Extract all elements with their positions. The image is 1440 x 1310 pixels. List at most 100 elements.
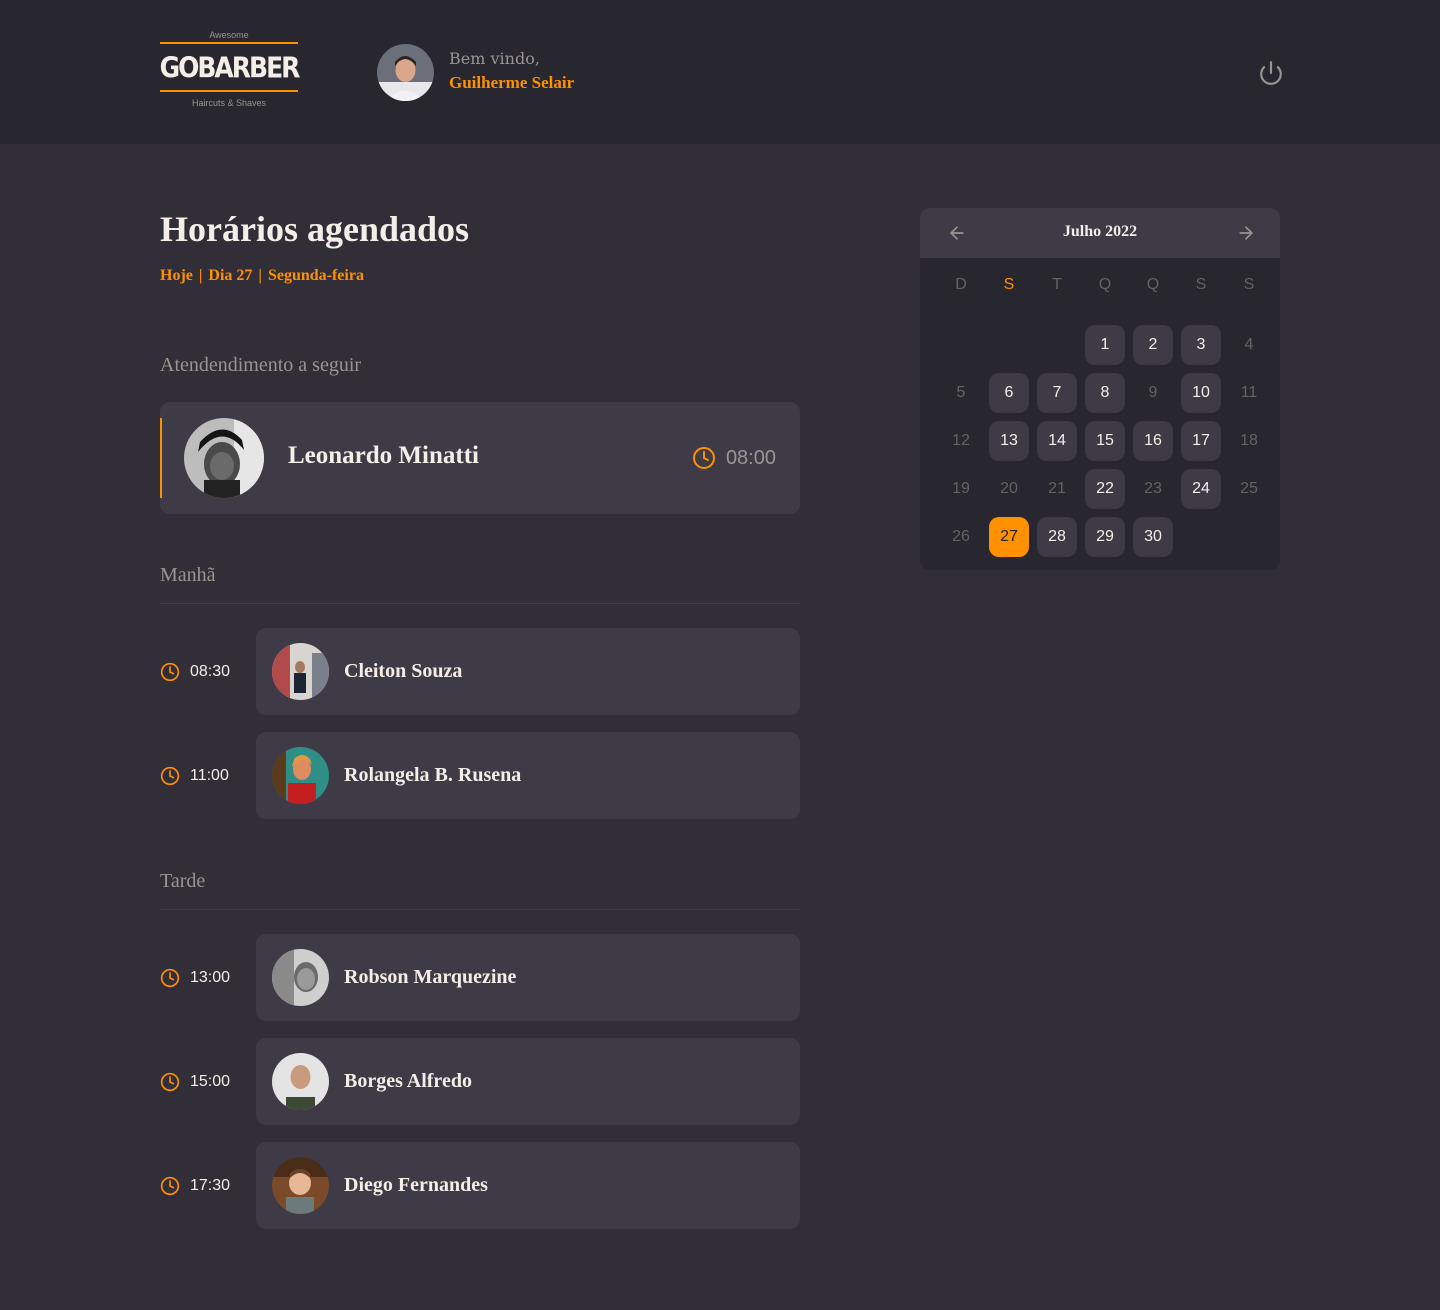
calendar-day[interactable]: 28 — [1037, 517, 1077, 557]
calendar-day: 12 — [952, 432, 970, 449]
calendar-day: 18 — [1240, 432, 1258, 449]
calendar-day[interactable]: 10 — [1181, 373, 1221, 413]
calendar-month: Julho 2022 — [1062, 223, 1138, 240]
welcome-block: Bem vindo, Guilherme Selair — [449, 48, 574, 96]
calendar-day[interactable]: 17 — [1181, 421, 1221, 461]
appointment-card[interactable]: Cleiton Souza — [256, 628, 800, 715]
subtitle-today: Hoje — [160, 267, 193, 284]
calendar-day[interactable]: 7 — [1037, 373, 1077, 413]
appointment-time: 17:30 — [160, 1176, 230, 1196]
weekday-label: T — [1052, 276, 1062, 293]
calendar-day[interactable]: 6 — [989, 373, 1029, 413]
weekday-label: D — [955, 276, 967, 293]
clock-icon — [160, 968, 180, 988]
user-avatar[interactable] — [377, 44, 434, 101]
calendar-day[interactable]: 8 — [1085, 373, 1125, 413]
appointment-time: 08:00 — [692, 446, 776, 470]
time-text: 08:00 — [725, 446, 776, 469]
separator: | — [258, 267, 262, 284]
calendar-days: 1 2 3 4 5 6 7 8 9 10 11 12 13 14 15 16 17 18 19 20 21 22 23 24 2… — [937, 321, 1273, 561]
logo-top-text: Awesome — [209, 30, 249, 40]
calendar-day[interactable]: 3 — [1181, 325, 1221, 365]
calendar-day[interactable]: 2 — [1133, 325, 1173, 365]
gobarber-logo[interactable]: Awesome GOBARBER Haircuts & Shaves — [159, 28, 301, 116]
weekday-label: S — [1195, 276, 1207, 293]
arrow-right-icon[interactable] — [1236, 223, 1256, 243]
calendar-day: 26 — [952, 528, 970, 545]
time-text: 08:30 — [190, 663, 231, 680]
next-appointment-card[interactable]: Leonardo Minatti 08:00 — [160, 402, 800, 514]
time-text: 15:00 — [190, 1073, 231, 1090]
clock-icon — [692, 447, 715, 469]
calendar-day: 19 — [952, 480, 970, 497]
date-subtitle: Hoje | Dia 27 | Segunda-feira — [160, 267, 364, 285]
client-name: Diego Fernandes — [344, 1174, 488, 1196]
calendar-day: 25 — [1240, 480, 1258, 497]
subtitle-weekday: Segunda-feira — [267, 267, 364, 284]
app-header: Awesome GOBARBER Haircuts & Shaves Bem v… — [0, 0, 1440, 144]
section-divider — [160, 603, 800, 604]
client-name: Rolangela B. Rusena — [344, 764, 522, 786]
calendar-day: 4 — [1244, 336, 1254, 353]
calendar-day[interactable]: 16 — [1133, 421, 1173, 461]
page-title: Horários agendados — [160, 209, 470, 249]
calendar-day[interactable]: 22 — [1085, 469, 1125, 509]
appointment-card[interactable]: Robson Marquezine — [256, 934, 800, 1021]
calendar-day[interactable]: 29 — [1085, 517, 1125, 557]
client-name: Leonardo Minatti — [288, 442, 479, 469]
calendar-day[interactable]: 1 — [1085, 325, 1125, 365]
section-divider — [160, 909, 800, 910]
calendar-day[interactable]: 15 — [1085, 421, 1125, 461]
calendar-day[interactable]: 24 — [1181, 469, 1221, 509]
client-name: Cleiton Souza — [344, 660, 463, 682]
clock-icon — [160, 766, 180, 786]
next-appointment-label: Atendendimento a seguir — [160, 354, 362, 376]
morning-label: Manhã — [160, 564, 216, 586]
clock-icon — [160, 662, 180, 682]
appointment-time: 13:00 — [160, 968, 230, 988]
calendar-day: 9 — [1148, 384, 1158, 401]
welcome-label: Bem vindo, — [449, 49, 540, 68]
calendar-day[interactable]: 14 — [1037, 421, 1077, 461]
client-name: Robson Marquezine — [344, 966, 517, 988]
appointment-time: 15:00 — [160, 1072, 230, 1092]
calendar: Julho 2022 DSTQQSS 1 2 3 4 5 6 7 8 9 10 11 12 13 14 15… — [920, 208, 1280, 570]
subtitle-day: Dia 27 — [208, 267, 253, 284]
appointment-card[interactable]: Diego Fernandes — [256, 1142, 800, 1229]
separator: | — [198, 267, 203, 284]
calendar-day: 20 — [1000, 480, 1018, 497]
client-avatar — [272, 1157, 329, 1214]
appointment-card[interactable]: Borges Alfredo — [256, 1038, 800, 1125]
appointment-time: 08:30 — [160, 662, 230, 682]
client-avatar — [272, 949, 329, 1006]
user-name-link[interactable]: Guilherme Selair — [449, 70, 574, 96]
client-avatar — [272, 747, 329, 804]
logo-bottom-text: Haircuts & Shaves — [191, 98, 267, 108]
calendar-day[interactable]: 30 — [1133, 517, 1173, 557]
power-icon[interactable] — [1258, 60, 1284, 86]
weekday-label: Q — [1146, 276, 1160, 293]
calendar-header: Julho 2022 — [920, 208, 1280, 258]
clock-icon — [160, 1072, 180, 1092]
accent-bar — [160, 418, 162, 498]
calendar-day: 5 — [956, 384, 966, 401]
weekday-label: Q — [1098, 276, 1112, 293]
client-name: Borges Alfredo — [344, 1070, 472, 1092]
calendar-day-selected[interactable]: 27 — [989, 517, 1029, 557]
time-text: 13:00 — [190, 969, 231, 986]
clock-icon — [160, 1176, 180, 1196]
calendar-weekdays: DSTQQSS — [937, 276, 1273, 294]
calendar-day: 23 — [1144, 480, 1162, 497]
calendar-day[interactable]: 13 — [989, 421, 1029, 461]
client-avatar — [272, 643, 329, 700]
logo-main-text: GOBARBER — [159, 50, 301, 84]
calendar-day: 21 — [1048, 480, 1066, 497]
appointment-card[interactable]: Rolangela B. Rusena — [256, 732, 800, 819]
client-avatar — [184, 418, 264, 498]
weekday-label: S — [1243, 276, 1255, 293]
weekday-label: S — [1003, 276, 1015, 293]
time-text: 11:00 — [190, 767, 229, 784]
calendar-day: 11 — [1240, 384, 1258, 401]
appointment-time: 11:00 — [160, 766, 229, 786]
time-text: 17:30 — [190, 1177, 231, 1194]
